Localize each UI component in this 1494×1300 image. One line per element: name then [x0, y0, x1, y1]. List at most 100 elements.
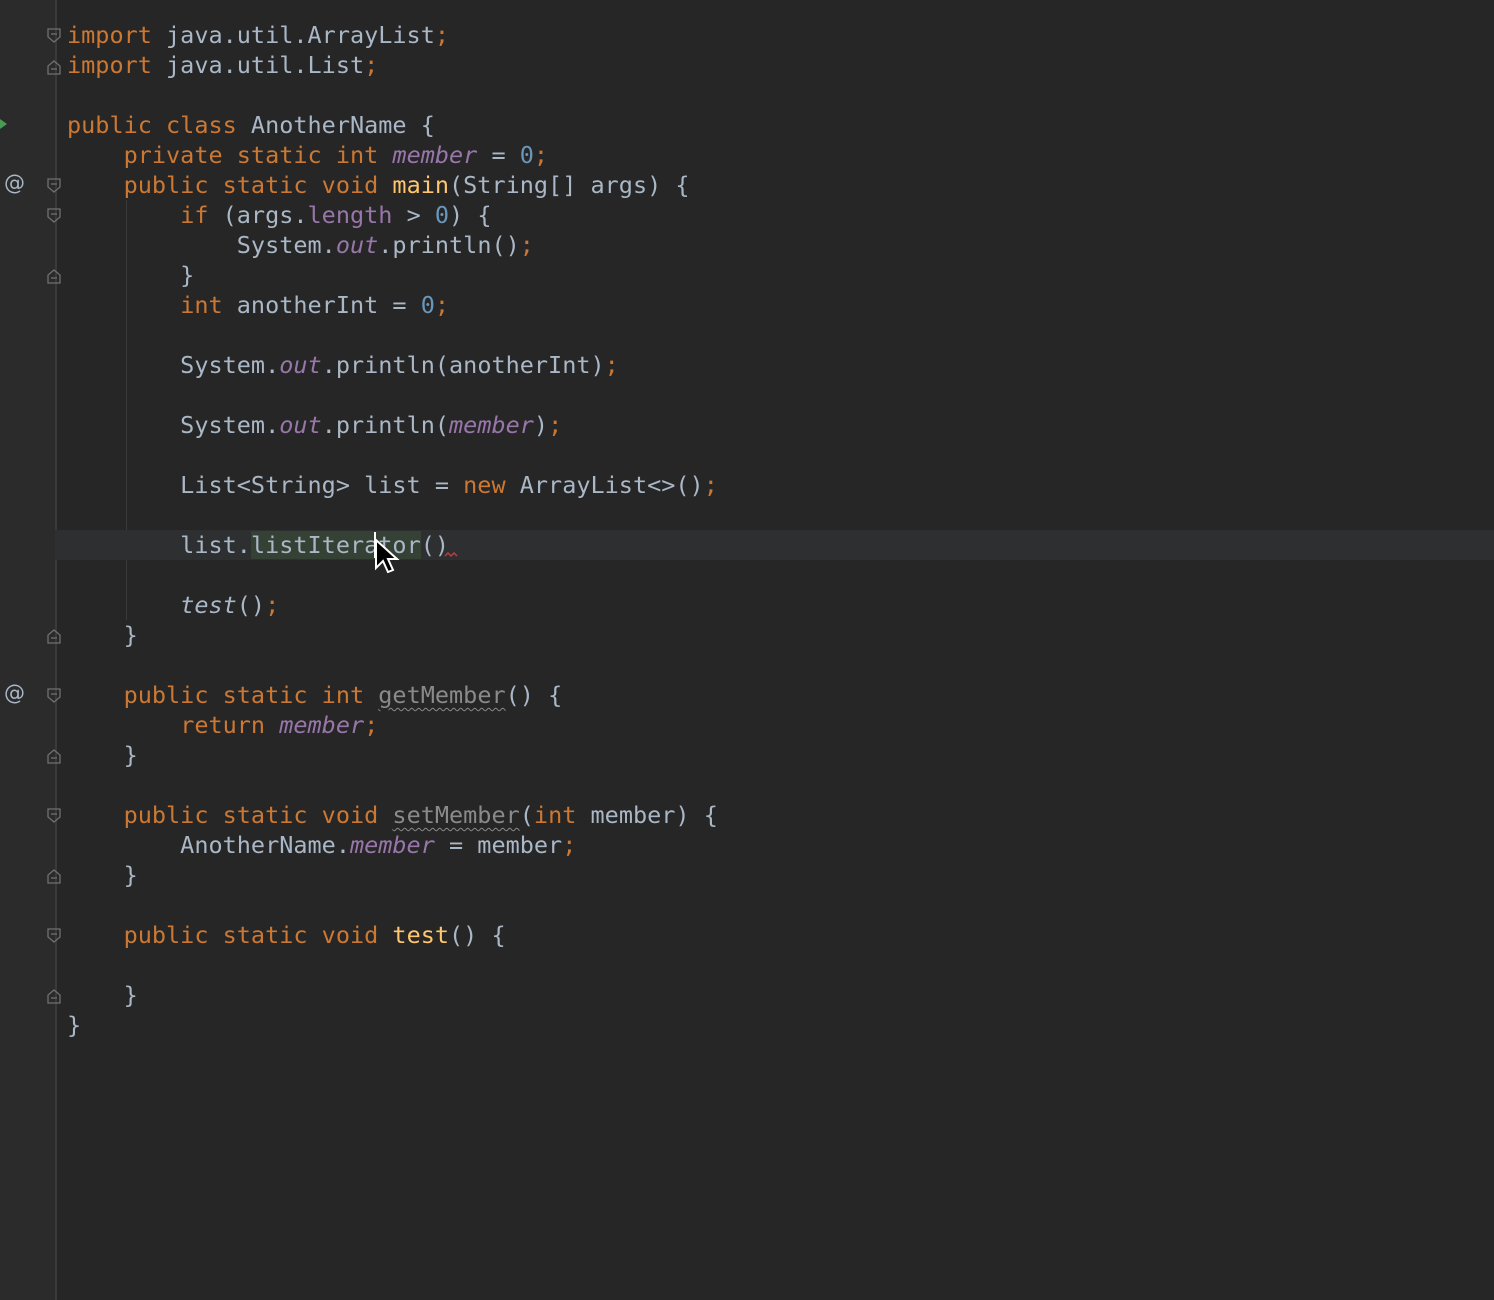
code-token: test	[180, 591, 237, 619]
code-line[interactable]: public static void main(String[] args) {	[67, 170, 1494, 200]
code-line[interactable]: private static int member = 0;	[67, 140, 1494, 170]
code-token: ;	[604, 351, 619, 379]
code-token: (args.	[208, 201, 308, 229]
code-area[interactable]: import java.util.ArrayList; import java.u…	[55, 20, 1494, 1040]
fold-close-icon[interactable]	[47, 268, 61, 284]
code-line[interactable]: if (args.length > 0) {	[67, 200, 1494, 230]
code-line[interactable]	[67, 320, 1494, 350]
code-token: () {	[505, 681, 563, 709]
code-token: setMember	[392, 801, 520, 829]
code-token: ()	[236, 591, 266, 619]
code-line[interactable]: import java.util.ArrayList;	[67, 20, 1494, 50]
code-line[interactable]	[67, 650, 1494, 680]
code-line[interactable]: public static void setMember(int member)…	[67, 800, 1494, 830]
code-line[interactable]: public class AnotherName {	[67, 110, 1494, 140]
code-line[interactable]: public static int getMember() {	[67, 680, 1494, 710]
code-line[interactable]: }	[67, 980, 1494, 1010]
code-editor[interactable]: @ @ import java.util.ArrayList; import ja…	[0, 0, 1494, 1300]
code-token: .println(anotherInt)	[321, 351, 605, 379]
code-line[interactable]: System.out.println();	[67, 230, 1494, 260]
code-line[interactable]: }	[67, 740, 1494, 770]
code-token: return	[180, 711, 266, 739]
code-token: 0	[434, 201, 450, 229]
code-token: }	[67, 621, 138, 649]
code-token: 0	[519, 141, 534, 169]
code-token: java.util.List	[151, 51, 365, 79]
fold-open-icon[interactable]	[47, 688, 61, 704]
editor-gutter[interactable]: @ @	[0, 0, 61, 1300]
code-token: }	[67, 1011, 82, 1039]
code-token: int	[180, 291, 223, 319]
code-line[interactable]: list.listIterator()	[55, 530, 1494, 560]
code-token: member	[392, 141, 478, 169]
override-marker[interactable]: @	[4, 171, 25, 195]
code-token: member	[279, 711, 365, 739]
fold-close-icon[interactable]	[47, 628, 61, 644]
code-token: AnotherName {	[236, 111, 435, 139]
code-line[interactable]	[67, 440, 1494, 470]
code-line[interactable]: public static void test() {	[67, 920, 1494, 950]
run-icon[interactable]	[0, 119, 7, 129]
code-line[interactable]: System.out.println(member);	[67, 410, 1494, 440]
fold-open-icon[interactable]	[47, 808, 61, 824]
code-token: ;	[364, 51, 379, 79]
code-token: ;	[519, 231, 534, 259]
code-line[interactable]: int anotherInt = 0;	[67, 290, 1494, 320]
fold-open-icon[interactable]	[47, 178, 61, 194]
code-line[interactable]: }	[67, 620, 1494, 650]
code-token: out	[279, 351, 322, 379]
code-token: (	[519, 801, 534, 829]
code-token: member	[449, 411, 534, 439]
code-line[interactable]: import java.util.List;	[67, 50, 1494, 80]
code-token: () {	[449, 921, 506, 949]
code-token: test	[392, 921, 450, 949]
code-token: }	[67, 741, 138, 769]
fold-close-icon[interactable]	[47, 988, 61, 1004]
code-token: out	[335, 231, 379, 259]
code-line[interactable]	[67, 950, 1494, 980]
fold-open-icon[interactable]	[47, 28, 61, 44]
code-line[interactable]	[67, 770, 1494, 800]
code-token: new	[463, 471, 506, 499]
code-line[interactable]: AnotherName.member = member;	[67, 830, 1494, 860]
fold-open-icon[interactable]	[47, 208, 61, 224]
code-token: }	[67, 861, 138, 889]
error-squiggle	[444, 552, 458, 558]
code-token: ;	[562, 831, 577, 859]
code-token: public static void	[123, 801, 379, 829]
code-token: ;	[364, 711, 379, 739]
fold-close-icon[interactable]	[47, 868, 61, 884]
code-line[interactable]: return member;	[67, 710, 1494, 740]
code-line[interactable]: }	[67, 260, 1494, 290]
code-token: System.	[67, 351, 280, 379]
code-token: getMember	[378, 681, 506, 709]
code-line[interactable]: }	[67, 860, 1494, 890]
code-token: length	[307, 201, 393, 229]
code-line[interactable]: test();	[67, 590, 1494, 620]
code-line[interactable]	[67, 560, 1494, 590]
code-token: AnotherName.	[67, 831, 350, 859]
fold-open-icon[interactable]	[47, 928, 61, 944]
code-token: }	[67, 261, 195, 289]
code-token: ) {	[449, 201, 492, 229]
fold-close-icon[interactable]	[47, 748, 61, 764]
code-line[interactable]	[67, 380, 1494, 410]
code-token: public static void	[123, 171, 379, 199]
code-line[interactable]	[67, 890, 1494, 920]
fold-close-icon[interactable]	[47, 59, 61, 75]
code-line[interactable]: }	[67, 1010, 1494, 1040]
code-line[interactable]: List<String> list = new ArrayList<>();	[67, 470, 1494, 500]
code-line[interactable]	[67, 500, 1494, 530]
code-line[interactable]: System.out.println(anotherInt);	[67, 350, 1494, 380]
code-token: anotherInt =	[222, 291, 421, 319]
code-token: main	[392, 171, 450, 199]
code-token: member) {	[576, 801, 718, 829]
code-line[interactable]	[67, 80, 1494, 110]
override-marker[interactable]: @	[4, 681, 25, 705]
